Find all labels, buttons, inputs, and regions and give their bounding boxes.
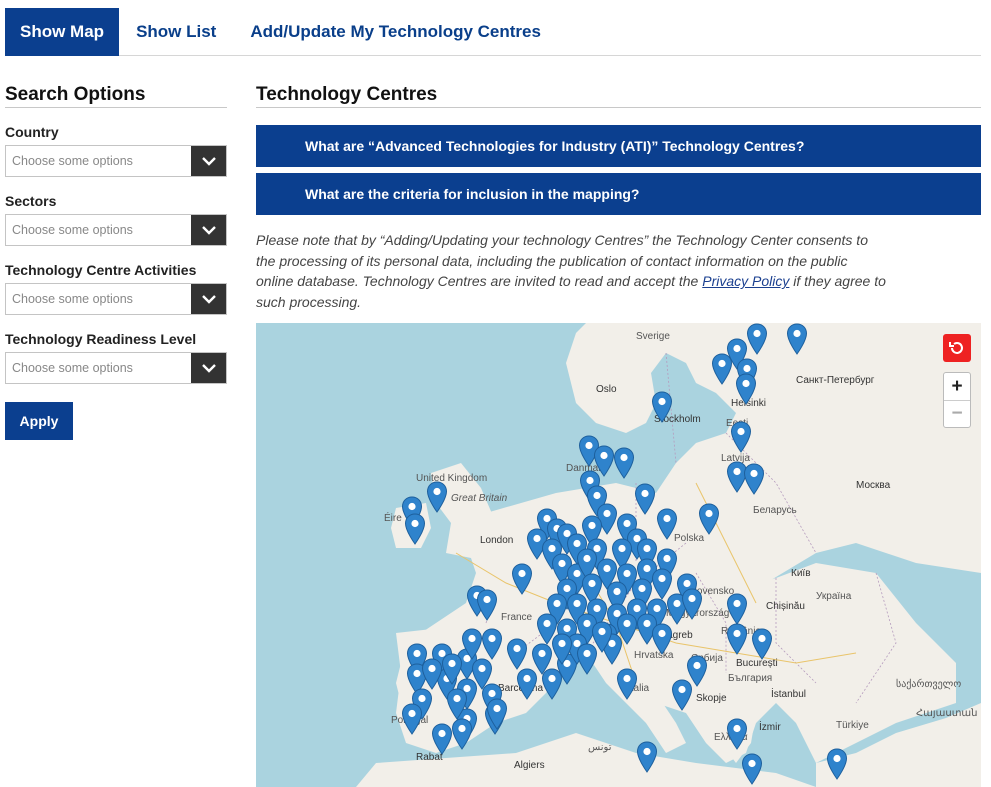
map-label: Беларусь	[753, 505, 797, 516]
location-marker-icon[interactable]	[446, 688, 468, 720]
activities-label: Technology Centre Activities	[5, 262, 197, 278]
location-marker-icon[interactable]	[451, 718, 473, 750]
location-marker-icon[interactable]	[551, 633, 573, 665]
location-marker-icon[interactable]	[681, 588, 703, 620]
trl-placeholder: Choose some options	[12, 361, 133, 375]
location-marker-icon[interactable]	[476, 589, 498, 621]
location-marker-icon[interactable]	[726, 718, 748, 750]
consent-note: Please note that by “Adding/Updating you…	[256, 230, 886, 312]
location-marker-icon[interactable]	[486, 698, 508, 730]
map-label: საქართველო	[896, 679, 962, 690]
trl-select[interactable]: Choose some options	[5, 352, 227, 384]
privacy-policy-link[interactable]: Privacy Policy	[702, 273, 789, 289]
map-label: Türkiye	[836, 720, 869, 731]
location-marker-icon[interactable]	[711, 353, 733, 385]
zoom-out-button[interactable]: −	[944, 400, 970, 427]
location-marker-icon[interactable]	[616, 668, 638, 700]
location-marker-icon[interactable]	[751, 628, 773, 660]
technology-centres-map[interactable]: Sverige Oslo Stockholm Helsinki Санкт-Пе…	[256, 323, 981, 787]
zoom-in-button[interactable]: +	[944, 373, 970, 400]
location-marker-icon[interactable]	[441, 653, 463, 685]
location-marker-icon[interactable]	[746, 323, 768, 355]
location-marker-icon[interactable]	[730, 421, 752, 453]
location-marker-icon[interactable]	[516, 668, 538, 700]
chevron-down-icon[interactable]	[191, 353, 226, 383]
map-label: Algiers	[514, 760, 545, 771]
map-label: London	[480, 535, 514, 546]
sectors-placeholder: Choose some options	[12, 223, 133, 237]
chevron-down-icon[interactable]	[191, 215, 226, 245]
location-marker-icon[interactable]	[404, 513, 426, 545]
location-marker-icon[interactable]	[636, 741, 658, 773]
map-label: Éire	[384, 513, 402, 524]
map-label: Հայաստան	[916, 708, 978, 719]
location-marker-icon[interactable]	[541, 668, 563, 700]
location-marker-icon[interactable]	[741, 753, 763, 785]
sectors-select[interactable]: Choose some options	[5, 214, 227, 246]
location-marker-icon[interactable]	[786, 323, 808, 355]
location-marker-icon[interactable]	[726, 593, 748, 625]
accordion-ati-definition[interactable]: What are “Advanced Technologies for Indu…	[256, 125, 981, 167]
location-marker-icon[interactable]	[656, 508, 678, 540]
map-label: İzmir	[759, 722, 781, 733]
location-marker-icon[interactable]	[481, 628, 503, 660]
location-marker-icon[interactable]	[431, 723, 453, 755]
location-marker-icon[interactable]	[698, 503, 720, 535]
tab-show-map[interactable]: Show Map	[5, 8, 120, 56]
map-label: Skopje	[696, 693, 727, 704]
location-marker-icon[interactable]	[634, 483, 656, 515]
location-marker-icon[interactable]	[735, 373, 757, 405]
trl-label: Technology Readiness Level	[5, 331, 197, 347]
country-placeholder: Choose some options	[12, 154, 133, 168]
location-marker-icon[interactable]	[506, 638, 528, 670]
map-label: Oslo	[596, 384, 617, 395]
apply-button[interactable]: Apply	[5, 402, 73, 440]
map-label: تونس	[588, 742, 612, 753]
zoom-control: + −	[943, 372, 971, 428]
page-title: Technology Centres	[256, 84, 981, 108]
location-marker-icon[interactable]	[511, 563, 533, 595]
location-marker-icon[interactable]	[421, 658, 443, 690]
location-marker-icon[interactable]	[651, 391, 673, 423]
location-marker-icon[interactable]	[726, 623, 748, 655]
location-marker-icon[interactable]	[613, 447, 635, 479]
map-label: Great Britain	[451, 493, 508, 504]
map-label: Київ	[791, 568, 811, 579]
location-marker-icon[interactable]	[651, 623, 673, 655]
map-label: Санкт-Петербург	[796, 375, 875, 386]
country-label: Country	[5, 124, 59, 140]
chevron-down-icon[interactable]	[191, 146, 226, 176]
accordion-inclusion-criteria[interactable]: What are the criteria for inclusion in t…	[256, 173, 981, 215]
sectors-label: Sectors	[5, 193, 57, 209]
country-select[interactable]: Choose some options	[5, 145, 227, 177]
map-label: Москва	[856, 480, 891, 491]
map-label: Sverige	[636, 331, 670, 342]
map-label: France	[501, 612, 533, 623]
location-marker-icon[interactable]	[826, 748, 848, 780]
map-label: България	[728, 673, 773, 684]
activities-placeholder: Choose some options	[12, 292, 133, 306]
location-marker-icon[interactable]	[426, 481, 448, 513]
location-marker-icon[interactable]	[686, 655, 708, 687]
location-marker-icon[interactable]	[461, 628, 483, 660]
location-marker-icon[interactable]	[401, 703, 423, 735]
map-label: Chișinău	[766, 601, 805, 612]
main-content: Technology Centres What are “Advanced Te…	[256, 84, 981, 312]
view-tabs: Show Map Show List Add/Update My Technol…	[5, 8, 981, 56]
location-marker-icon[interactable]	[743, 463, 765, 495]
location-marker-icon[interactable]	[576, 643, 598, 675]
tab-add-update[interactable]: Add/Update My Technology Centres	[233, 8, 558, 56]
map-label: İstanbul	[771, 689, 807, 700]
tab-show-list[interactable]: Show List	[119, 8, 233, 56]
reset-view-icon[interactable]	[943, 334, 971, 362]
chevron-down-icon[interactable]	[191, 284, 226, 314]
map-label: Україна	[816, 591, 852, 602]
search-options-title: Search Options	[5, 84, 227, 108]
search-options-panel: Search Options Country Choose some optio…	[5, 84, 227, 440]
activities-select[interactable]: Choose some options	[5, 283, 227, 315]
